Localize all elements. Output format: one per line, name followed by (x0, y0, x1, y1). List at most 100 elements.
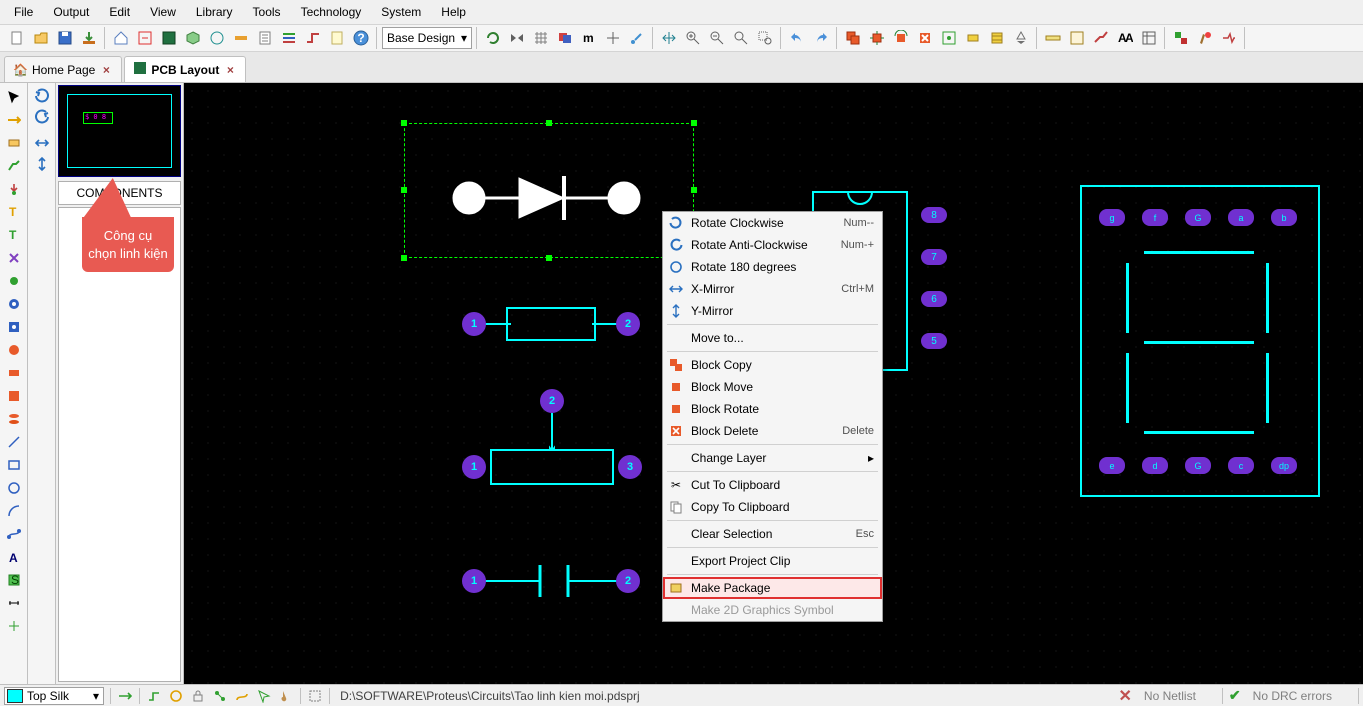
smd-pad-icon[interactable] (3, 363, 25, 383)
component-mode-icon[interactable] (3, 110, 25, 130)
ctx-clear-selection[interactable]: Clear SelectionEsc (663, 523, 882, 545)
menu-edit[interactable]: Edit (99, 2, 140, 22)
layer-selector[interactable]: Top Silk ▾ (4, 687, 104, 705)
help-icon[interactable]: ? (350, 27, 372, 49)
stack-icon[interactable] (278, 27, 300, 49)
new-icon[interactable] (6, 27, 28, 49)
selection-handle[interactable] (691, 187, 697, 193)
zoom-area-icon[interactable] (754, 27, 776, 49)
metric-icon[interactable]: m (578, 27, 600, 49)
ctx-copy[interactable]: Copy To Clipboard (663, 496, 882, 518)
box2d-icon[interactable] (3, 455, 25, 475)
flip-icon[interactable] (506, 27, 528, 49)
selection-handle[interactable] (546, 120, 552, 126)
pcb-canvas[interactable]: 1 2 1 2 3 1 2 8 7 6 5 g f G a b (184, 83, 1363, 684)
selection-handle[interactable] (546, 255, 552, 261)
toggle-silk-icon[interactable] (1066, 27, 1088, 49)
via-pad-icon[interactable] (3, 271, 25, 291)
layers-icon[interactable] (554, 27, 576, 49)
props-icon[interactable] (1138, 27, 1160, 49)
pour-status-icon[interactable] (278, 688, 294, 704)
overview-window[interactable]: $ 0 8 (58, 85, 181, 177)
dimension-icon[interactable] (3, 593, 25, 613)
selection-handle[interactable] (401, 187, 407, 193)
pick-icon[interactable] (938, 27, 960, 49)
block-move-icon[interactable] (866, 27, 888, 49)
autoroute-icon[interactable] (1170, 27, 1192, 49)
menu-tools[interactable]: Tools (243, 2, 291, 22)
selection-handle[interactable] (691, 120, 697, 126)
rotate-cw-icon[interactable] (34, 87, 50, 106)
open-icon[interactable] (30, 27, 52, 49)
rotate-acw-icon[interactable] (34, 108, 50, 127)
tab-pcb-layout[interactable]: PCB Layout × (124, 56, 246, 82)
arc2d-icon[interactable] (3, 501, 25, 521)
route-icon[interactable] (302, 27, 324, 49)
net-status-icon[interactable] (212, 688, 228, 704)
snap-icon[interactable] (626, 27, 648, 49)
zoom-out-icon[interactable] (706, 27, 728, 49)
pcb-icon[interactable] (158, 27, 180, 49)
block-delete-icon[interactable] (914, 27, 936, 49)
decompose-icon[interactable] (1010, 27, 1032, 49)
path2d-icon[interactable] (3, 524, 25, 544)
package-mode-icon[interactable] (3, 133, 25, 153)
ruler-icon[interactable] (1042, 27, 1064, 49)
selection-handle[interactable] (401, 120, 407, 126)
gerber-icon[interactable] (206, 27, 228, 49)
pan-icon[interactable] (658, 27, 680, 49)
ctx-make-package[interactable]: Make Package (663, 577, 882, 599)
schematic-icon[interactable] (134, 27, 156, 49)
select-mode-icon[interactable] (3, 87, 25, 107)
bom-icon[interactable] (254, 27, 276, 49)
placement-status-icon[interactable] (256, 688, 272, 704)
via-mode-icon[interactable] (3, 179, 25, 199)
ctx-x-mirror[interactable]: X-MirrorCtrl+M (663, 278, 882, 300)
ctx-move-to[interactable]: Move to... (663, 327, 882, 349)
zone-mode-icon[interactable]: T (3, 202, 25, 222)
symbol2d-icon[interactable]: S (3, 570, 25, 590)
ctx-rotate-acw[interactable]: Rotate Anti-ClockwiseNum-+ (663, 234, 882, 256)
tab-home[interactable]: 🏠 Home Page × (4, 56, 122, 82)
close-icon[interactable]: × (223, 63, 237, 77)
ctx-y-mirror[interactable]: Y-Mirror (663, 300, 882, 322)
selection-filter-icon[interactable] (307, 688, 323, 704)
ctx-block-copy[interactable]: Block Copy (663, 354, 882, 376)
menu-library[interactable]: Library (186, 2, 243, 22)
toggle-traces-icon[interactable] (1090, 27, 1112, 49)
save-icon[interactable] (54, 27, 76, 49)
undo-icon[interactable] (786, 27, 808, 49)
line2d-icon[interactable] (3, 432, 25, 452)
design-variant-dropdown[interactable]: Base Design ▾ (382, 27, 472, 49)
menu-file[interactable]: File (4, 2, 43, 22)
menu-technology[interactable]: Technology (291, 2, 372, 22)
make-device-icon[interactable] (962, 27, 984, 49)
block-rotate-icon[interactable] (890, 27, 912, 49)
circle2d-icon[interactable] (3, 478, 25, 498)
mirror-y-icon[interactable] (34, 156, 50, 175)
text2d-icon[interactable]: A (3, 547, 25, 567)
ctx-change-layer[interactable]: Change Layer ▸ (663, 447, 882, 469)
lock-status-icon[interactable] (190, 688, 206, 704)
track-mode-icon[interactable] (3, 156, 25, 176)
package-icon[interactable] (986, 27, 1008, 49)
home-icon[interactable] (110, 27, 132, 49)
marker-icon[interactable] (3, 616, 25, 636)
edge-pad-icon[interactable] (3, 386, 25, 406)
block-copy-icon[interactable] (842, 27, 864, 49)
ctx-block-move[interactable]: Block Move (663, 376, 882, 398)
route-status-icon[interactable] (146, 688, 162, 704)
ratsnest-icon[interactable]: T (3, 225, 25, 245)
redraw-icon[interactable] (482, 27, 504, 49)
grid-icon[interactable] (530, 27, 552, 49)
ctx-block-delete[interactable]: Block DeleteDelete (663, 420, 882, 442)
zoom-in-icon[interactable] (682, 27, 704, 49)
filter-status-icon[interactable] (168, 688, 184, 704)
highlight-conn-icon[interactable] (3, 248, 25, 268)
find-icon[interactable]: AA (1114, 27, 1136, 49)
menu-view[interactable]: View (140, 2, 186, 22)
origin-icon[interactable] (602, 27, 624, 49)
flip-board-icon[interactable] (117, 688, 133, 704)
square-pad-icon[interactable] (3, 317, 25, 337)
autoroute-status-icon[interactable] (234, 688, 250, 704)
